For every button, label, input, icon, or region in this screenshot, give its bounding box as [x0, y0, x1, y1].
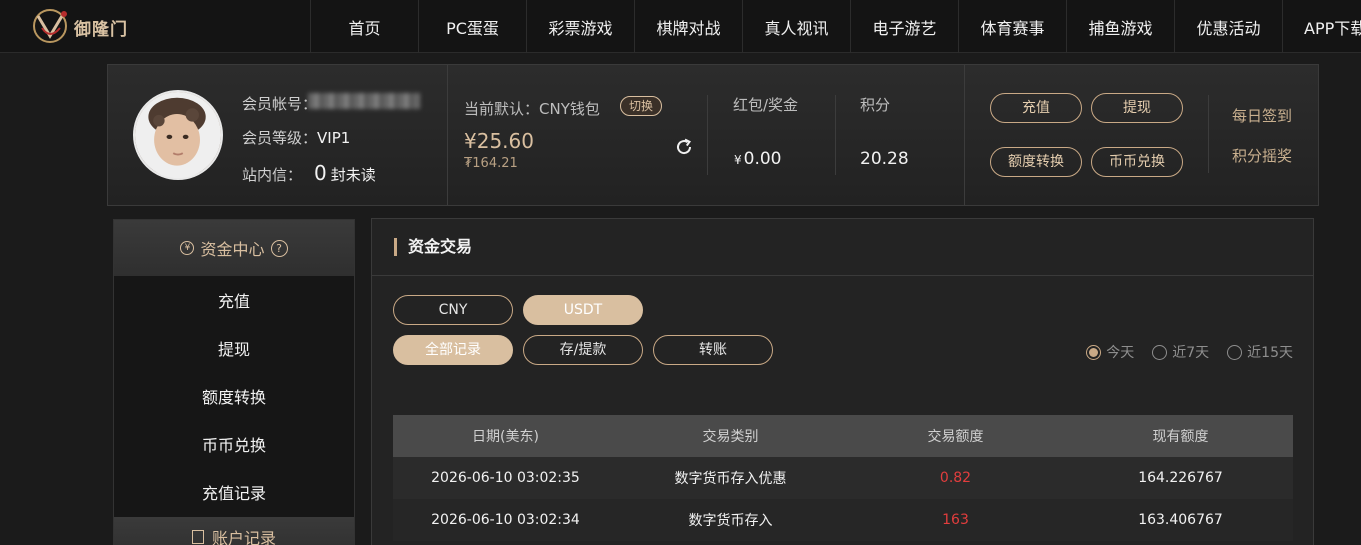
brand-name: 御隆门: [74, 20, 128, 40]
account-label: 会员帐号：: [242, 95, 318, 113]
sidebar-header2-label: 账户记录: [211, 529, 276, 545]
inbox-label: 站内信：: [242, 166, 303, 184]
wallet-balance-usdt: ₮164.21: [464, 156, 518, 171]
avatar[interactable]: [133, 90, 223, 180]
exchange-button[interactable]: 币币兑换: [1091, 147, 1183, 177]
nav-fishing[interactable]: 捕鱼游戏: [1066, 0, 1174, 53]
points-value: 20.28: [860, 149, 909, 169]
wallet-balance-cny: ¥25.60: [464, 129, 534, 153]
cell-balance: 163.406767: [1138, 512, 1223, 528]
refresh-icon[interactable]: [674, 137, 694, 157]
radio-checked-icon: [1086, 344, 1102, 360]
column-date: 日期(美东): [472, 429, 539, 445]
nav-live-casino[interactable]: 真人视讯: [742, 0, 850, 53]
column-balance: 现有额度: [1152, 429, 1209, 445]
help-icon[interactable]: ?: [270, 239, 288, 257]
bonus-label: 红包/奖金: [733, 96, 799, 114]
sidebar-item-deposit-records[interactable]: 充值记录: [114, 468, 354, 516]
nav-chess-cards[interactable]: 棋牌对战: [634, 0, 742, 53]
funds-transaction-panel: 资金交易 CNY USDT 全部记录 存/提款 转账 今天 近7天 近15天 日…: [371, 218, 1314, 545]
wallet-divider: [707, 95, 708, 175]
sidebar-header-label: 资金中心: [200, 240, 265, 259]
switch-wallet-button[interactable]: 切换: [620, 96, 662, 116]
cell-date: 2026-06-10 03:02:34: [431, 512, 580, 528]
cell-date: 2026-06-10 03:02:35: [431, 470, 580, 486]
table-header: 日期(美东) 交易类别 交易额度 现有额度: [393, 415, 1293, 457]
nav-app-download[interactable]: APP下载: [1282, 0, 1361, 53]
column-amount: 交易额度: [927, 429, 984, 445]
member-level-value: VIP1: [317, 129, 351, 147]
document-icon: [191, 530, 204, 544]
member-level: 会员等级：VIP1: [242, 127, 350, 148]
table-row: 2026-06-10 03:02:34 数字货币存入 163 163.40676…: [393, 499, 1293, 541]
date-filter-15days[interactable]: 近15天: [1227, 342, 1293, 362]
baby-avatar-icon: [135, 92, 221, 178]
date-filter-today[interactable]: 今天: [1086, 342, 1134, 362]
inbox-status[interactable]: 站内信： 0 封未读: [242, 161, 376, 185]
inbox-unread-count: 0: [314, 161, 327, 185]
bonus-currency: ¥: [734, 153, 742, 167]
profile-divider: [447, 65, 448, 205]
date-filter-7days[interactable]: 近7天: [1152, 342, 1209, 362]
date-filter-group: 今天 近7天 近15天: [1086, 342, 1293, 362]
title-divider: [372, 275, 1313, 276]
profile-panel: 会员帐号： 会员等级：VIP1 站内信： 0 封未读 当前默认：CNY钱包 切换 ¥…: [107, 64, 1319, 206]
tab-all-records[interactable]: 全部记录: [393, 335, 513, 365]
logo-emblem-icon: [33, 9, 67, 43]
radio-unchecked-icon: [1152, 344, 1168, 360]
actions-divider: [1208, 95, 1209, 173]
nav-pc-egg[interactable]: PC蛋蛋: [418, 0, 526, 53]
cell-type: 数字货币存入优惠: [674, 471, 787, 487]
nav-electronic-games[interactable]: 电子游艺: [850, 0, 958, 53]
date-filter-15days-label: 近15天: [1247, 345, 1293, 361]
member-level-label: 会员等级：: [242, 129, 318, 147]
points-lottery-link[interactable]: 积分摇奖: [1232, 145, 1292, 166]
transfer-button[interactable]: 额度转换: [990, 147, 1082, 177]
tab-currency-cny[interactable]: CNY: [393, 295, 513, 325]
brand-logo[interactable]: 御隆门: [30, 6, 140, 46]
coin-icon: ¥: [180, 241, 195, 255]
sidebar-header-account-records[interactable]: 账户记录: [114, 517, 354, 545]
radio-unchecked-icon: [1227, 344, 1243, 360]
date-filter-7days-label: 近7天: [1172, 345, 1210, 361]
cell-balance: 164.226767: [1138, 470, 1223, 486]
tab-deposit-withdraw[interactable]: 存/提款: [523, 335, 643, 365]
cell-amount: 0.82: [939, 470, 972, 486]
date-filter-today-label: 今天: [1106, 345, 1135, 361]
bonus-amount: 0.00: [743, 149, 782, 169]
column-type: 交易类别: [702, 429, 759, 445]
nav-promotions[interactable]: 优惠活动: [1174, 0, 1282, 53]
nav-sports[interactable]: 体育赛事: [958, 0, 1066, 53]
bonus-value: ¥0.00: [734, 149, 782, 169]
withdraw-button[interactable]: 提现: [1091, 93, 1183, 123]
cell-type: 数字货币存入: [688, 513, 773, 529]
deposit-button[interactable]: 充值: [990, 93, 1082, 123]
main-nav: 首页 PC蛋蛋 彩票游戏 棋牌对战 真人视讯 电子游艺 体育赛事 捕鱼游戏 优惠…: [310, 0, 1361, 53]
sidebar-item-deposit[interactable]: 充值: [114, 276, 354, 324]
sidebar-item-transfer[interactable]: 额度转换: [114, 372, 354, 420]
points-divider: [964, 65, 965, 205]
page-title: 资金交易: [394, 238, 472, 256]
account-id-redacted: [308, 93, 420, 109]
bonus-divider: [835, 95, 836, 175]
nav-home[interactable]: 首页: [310, 0, 418, 53]
daily-checkin-link[interactable]: 每日签到: [1232, 105, 1292, 126]
points-label: 积分: [860, 96, 891, 114]
sidebar: ¥ 资金中心 ? 充值 提现 额度转换 币币兑换 充值记录 账户记录: [113, 219, 355, 545]
top-bar: 御隆门 首页 PC蛋蛋 彩票游戏 棋牌对战 真人视讯 电子游艺 体育赛事 捕鱼游…: [0, 0, 1361, 53]
default-wallet-label: 当前默认：CNY钱包: [464, 100, 600, 118]
sidebar-item-exchange[interactable]: 币币兑换: [114, 420, 354, 468]
table-row: 2026-06-10 03:02:35 数字货币存入优惠 0.82 164.22…: [393, 457, 1293, 499]
sidebar-item-withdraw[interactable]: 提现: [114, 324, 354, 372]
cell-amount: 163: [942, 512, 969, 528]
tab-currency-usdt[interactable]: USDT: [523, 295, 643, 325]
tab-transfer[interactable]: 转账: [653, 335, 773, 365]
inbox-unread-unit: 封未读: [330, 166, 376, 184]
nav-lottery[interactable]: 彩票游戏: [526, 0, 634, 53]
transactions-table: 日期(美东) 交易类别 交易额度 现有额度 2026-06-10 03:02:3…: [393, 415, 1293, 541]
sidebar-header-funds[interactable]: ¥ 资金中心 ?: [114, 220, 354, 276]
